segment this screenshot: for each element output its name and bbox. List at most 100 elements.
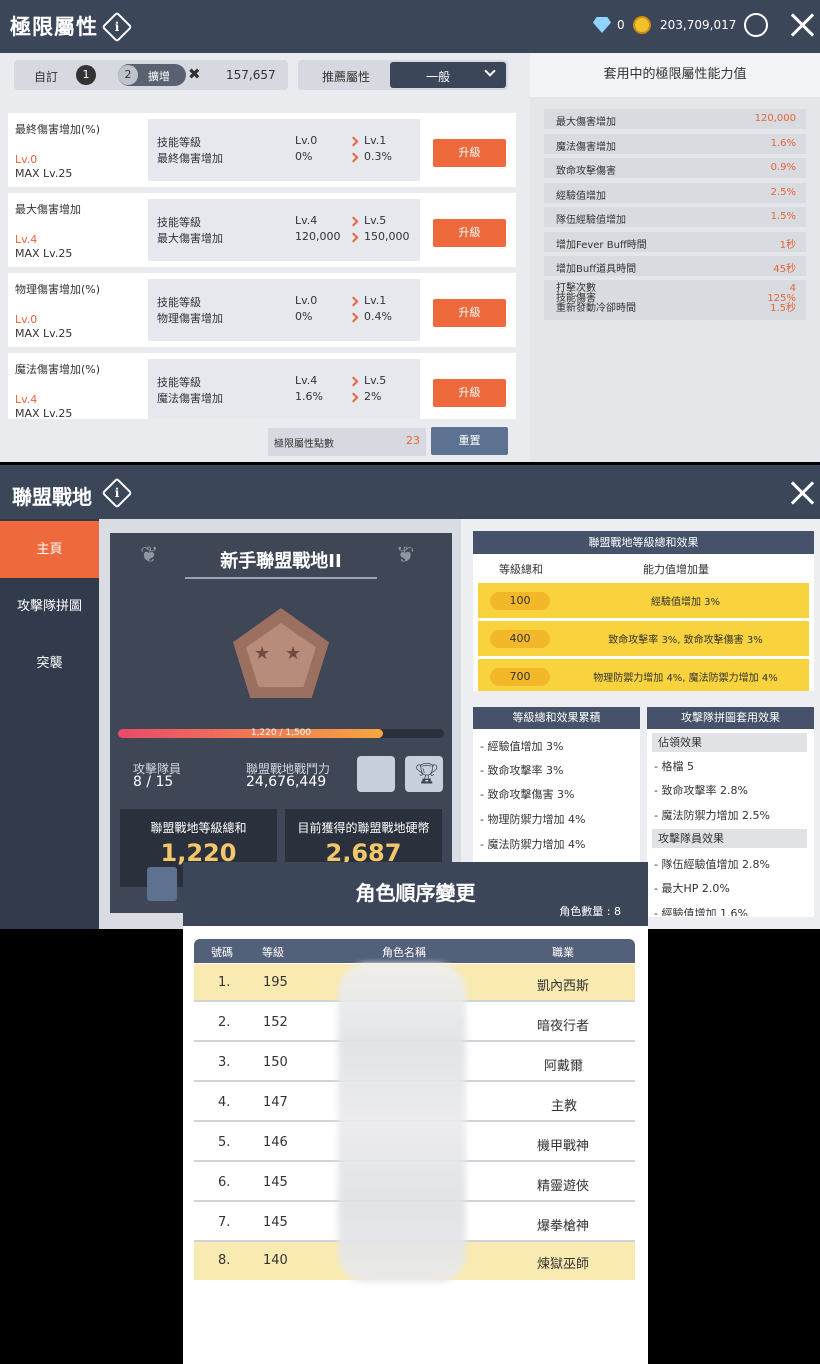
sidebar-item-puzzle[interactable]: 攻擊隊拼圖 bbox=[0, 578, 99, 635]
list-item: - 隊伍經驗值增加 2.8% bbox=[654, 858, 770, 871]
col-no: 號碼 bbox=[211, 946, 233, 959]
union-button[interactable] bbox=[147, 867, 177, 901]
cumulative-title: 等級總和效果累積 bbox=[473, 707, 640, 729]
list-item: - 魔法防禦力增加 4% bbox=[480, 838, 586, 851]
arrow-right-icon bbox=[348, 232, 359, 243]
character-count: 角色數量 : 8 bbox=[559, 905, 621, 918]
arrow-right-icon bbox=[348, 312, 359, 323]
info-icon[interactable]: i bbox=[101, 477, 133, 509]
applied-stat-row: 隊伍經驗值增加 1.5% bbox=[544, 207, 806, 227]
attribute-max: MAX Lv.25 bbox=[15, 167, 73, 180]
applied-stat-row: 增加Fever Buff時間 1秒 bbox=[544, 232, 806, 252]
arrow-right-icon bbox=[348, 296, 359, 307]
points-value: 23 bbox=[406, 434, 420, 447]
applied-stats-panel: 最大傷害增加 120,000 魔法傷害增加 1.6% 致命攻擊傷害 0.9% 經驗值增… bbox=[530, 97, 820, 462]
list-item: - 致命攻擊率 3% bbox=[480, 764, 564, 777]
attribute-card: 最終傷害增加(%) Lv.0 MAX Lv.25 技能等級 最終傷害增加 Lv.0… bbox=[8, 113, 516, 187]
list-item: - 魔法防禦力增加 2.5% bbox=[654, 809, 770, 822]
attribute-level: Lv.0 bbox=[15, 313, 38, 326]
attribute-level: Lv.4 bbox=[15, 233, 38, 246]
puzzle-title: 攻擊隊拼圖套用效果 bbox=[647, 707, 814, 729]
gem-icon bbox=[593, 17, 611, 33]
effect-title: 聯盟戰地等級總和效果 bbox=[473, 531, 814, 554]
attribute-max: MAX Lv.25 bbox=[15, 327, 73, 340]
close-icon[interactable] bbox=[789, 480, 815, 506]
members-value: 8 / 15 bbox=[133, 774, 174, 790]
dialog-title: 角色順序變更 bbox=[355, 881, 476, 905]
effect-row: 700 物理防禦力增加 4%, 魔法防禦力增加 4% bbox=[478, 659, 809, 691]
recommend-select[interactable]: 一般 bbox=[390, 62, 506, 88]
character-order-dialog: 角色順序變更 角色數量 : 8 號碼 等級 角色名稱 職業 1. 195 凱內西斯 … bbox=[183, 862, 648, 1364]
upgrade-button[interactable]: 升級 bbox=[433, 139, 506, 167]
panel-header: 極限屬性 i 0 203,709,017 bbox=[0, 0, 820, 53]
attribute-card: 物理傷害增加(%) Lv.0 MAX Lv.25 技能等級 物理傷害增加 Lv.0… bbox=[8, 273, 516, 347]
arrow-right-icon bbox=[348, 392, 359, 403]
recommend-toolbar: 推薦屬性 一般 bbox=[298, 60, 508, 90]
info-icon[interactable]: i bbox=[101, 11, 133, 43]
attribute-max: MAX Lv.25 bbox=[15, 407, 73, 419]
ap-icon: ✖ bbox=[188, 65, 201, 83]
star-icon: ★ bbox=[254, 643, 271, 664]
preset-2-button[interactable]: 2 bbox=[118, 65, 138, 85]
effect-col-level: 等級總和 bbox=[499, 563, 543, 576]
preset-label: 自訂 bbox=[34, 70, 59, 84]
attribute-name: 物理傷害增加(%) bbox=[15, 283, 101, 296]
upgrade-button[interactable]: 升級 bbox=[433, 299, 506, 327]
table-header: 號碼 等級 角色名稱 職業 bbox=[194, 939, 635, 963]
arrow-right-icon bbox=[348, 376, 359, 387]
occupy-label: 佔領效果 bbox=[652, 733, 807, 752]
upgrade-button[interactable]: 升級 bbox=[433, 219, 506, 247]
applied-stat-multi-row: 打擊次數 技能傷害 重新發動冷卻時間 4 125% 1.5秒 bbox=[544, 280, 806, 320]
attribute-max: MAX Lv.25 bbox=[15, 247, 73, 260]
upgrade-button[interactable]: 升級 bbox=[433, 379, 506, 407]
coin-count: 203,709,017 bbox=[660, 18, 737, 32]
rank-title: 新手聯盟戰地II bbox=[220, 551, 342, 572]
preset-toolbar: 自訂 1 2 擴增 ✖ 157,657 bbox=[14, 60, 288, 90]
chevron-down-icon bbox=[484, 65, 496, 77]
attribute-card: 魔法傷害增加(%) Lv.4 MAX Lv.25 技能等級 魔法傷害增加 Lv.4… bbox=[8, 353, 516, 419]
preset-1-button[interactable]: 1 bbox=[76, 65, 96, 85]
level-total-label: 聯盟戰地等級總和 bbox=[150, 821, 247, 835]
effect-row: 400 致命攻擊率 3%, 致命攻擊傷害 3% bbox=[478, 621, 809, 656]
expand-button[interactable]: 2 擴增 bbox=[118, 64, 186, 86]
sidebar-item-home[interactable]: 主頁 bbox=[0, 521, 99, 578]
puzzle-effect-panel: 攻擊隊拼圖套用效果 佔領效果 - 格檔 5 - 致命攻擊率 2.8% - 魔法防… bbox=[647, 707, 814, 917]
list-item: - 經驗值增加 3% bbox=[480, 740, 564, 753]
list-item: - 致命攻擊傷害 3% bbox=[480, 788, 575, 801]
progress-bar: 1,220 / 1,500 bbox=[118, 728, 444, 738]
blurred-names bbox=[338, 963, 466, 1283]
sidebar: 主頁 攻擊隊拼圖 突襲 bbox=[0, 519, 99, 929]
gem-count: 0 bbox=[617, 18, 625, 32]
rank-panel: ❦ ❦ 新手聯盟戰地II ★ ★ 1,220 / 1,500 攻擊隊員 8 / … bbox=[110, 533, 452, 913]
effect-row: 100 經驗值增加 3% bbox=[478, 583, 809, 618]
coin-icon bbox=[633, 16, 651, 34]
coin-settings-icon[interactable] bbox=[744, 13, 768, 37]
attribute-name: 最終傷害增加(%) bbox=[15, 123, 101, 136]
applied-stat-row: 經驗值增加 2.5% bbox=[544, 183, 806, 203]
panel-header: 聯盟戰地 i bbox=[0, 465, 820, 519]
arrow-right-icon bbox=[348, 152, 359, 163]
attribute-card: 最大傷害增加 Lv.4 MAX Lv.25 技能等級 最大傷害增加 Lv.4 120… bbox=[8, 193, 516, 267]
list-item: - 格檔 5 bbox=[654, 760, 694, 773]
applied-stat-row: 魔法傷害增加 1.6% bbox=[544, 134, 806, 154]
attribute-detail: 技能等級 最大傷害增加 Lv.4 120,000 Lv.5 150,000 bbox=[148, 199, 420, 261]
coins-label: 目前獲得的聯盟戰地硬幣 bbox=[297, 821, 430, 835]
page-title: 極限屬性 bbox=[10, 15, 98, 39]
reset-button[interactable]: 重置 bbox=[431, 427, 508, 455]
divider bbox=[185, 577, 377, 579]
ap-value: 157,657 bbox=[226, 68, 276, 82]
close-icon[interactable] bbox=[789, 12, 815, 38]
level-effect-panel: 聯盟戰地等級總和效果 等級總和 能力值增加量 100 經驗值增加 3% 400 致命… bbox=[473, 531, 814, 691]
recommend-label: 推薦屬性 bbox=[322, 70, 371, 84]
power-value: 24,676,449 bbox=[246, 774, 327, 790]
sidebar-item-raid[interactable]: 突襲 bbox=[0, 635, 99, 692]
helmet-button-icon[interactable] bbox=[357, 756, 395, 792]
applied-stat-row: 最大傷害增加 120,000 bbox=[544, 109, 806, 129]
trophy-button-icon[interactable]: 🏆︎ bbox=[405, 756, 443, 792]
list-item: - 致命攻擊率 2.8% bbox=[654, 784, 748, 797]
member-label: 攻擊隊員效果 bbox=[652, 829, 807, 848]
points-box: 極限屬性點數 23 bbox=[268, 428, 426, 456]
progress-text: 1,220 / 1,500 bbox=[250, 728, 312, 738]
col-job: 職業 bbox=[552, 946, 574, 959]
union-panel: 聯盟戰地 i 主頁 攻擊隊拼圖 突襲 ❦ ❦ 新手聯盟戰地II ★ ★ 1,22… bbox=[0, 465, 820, 929]
